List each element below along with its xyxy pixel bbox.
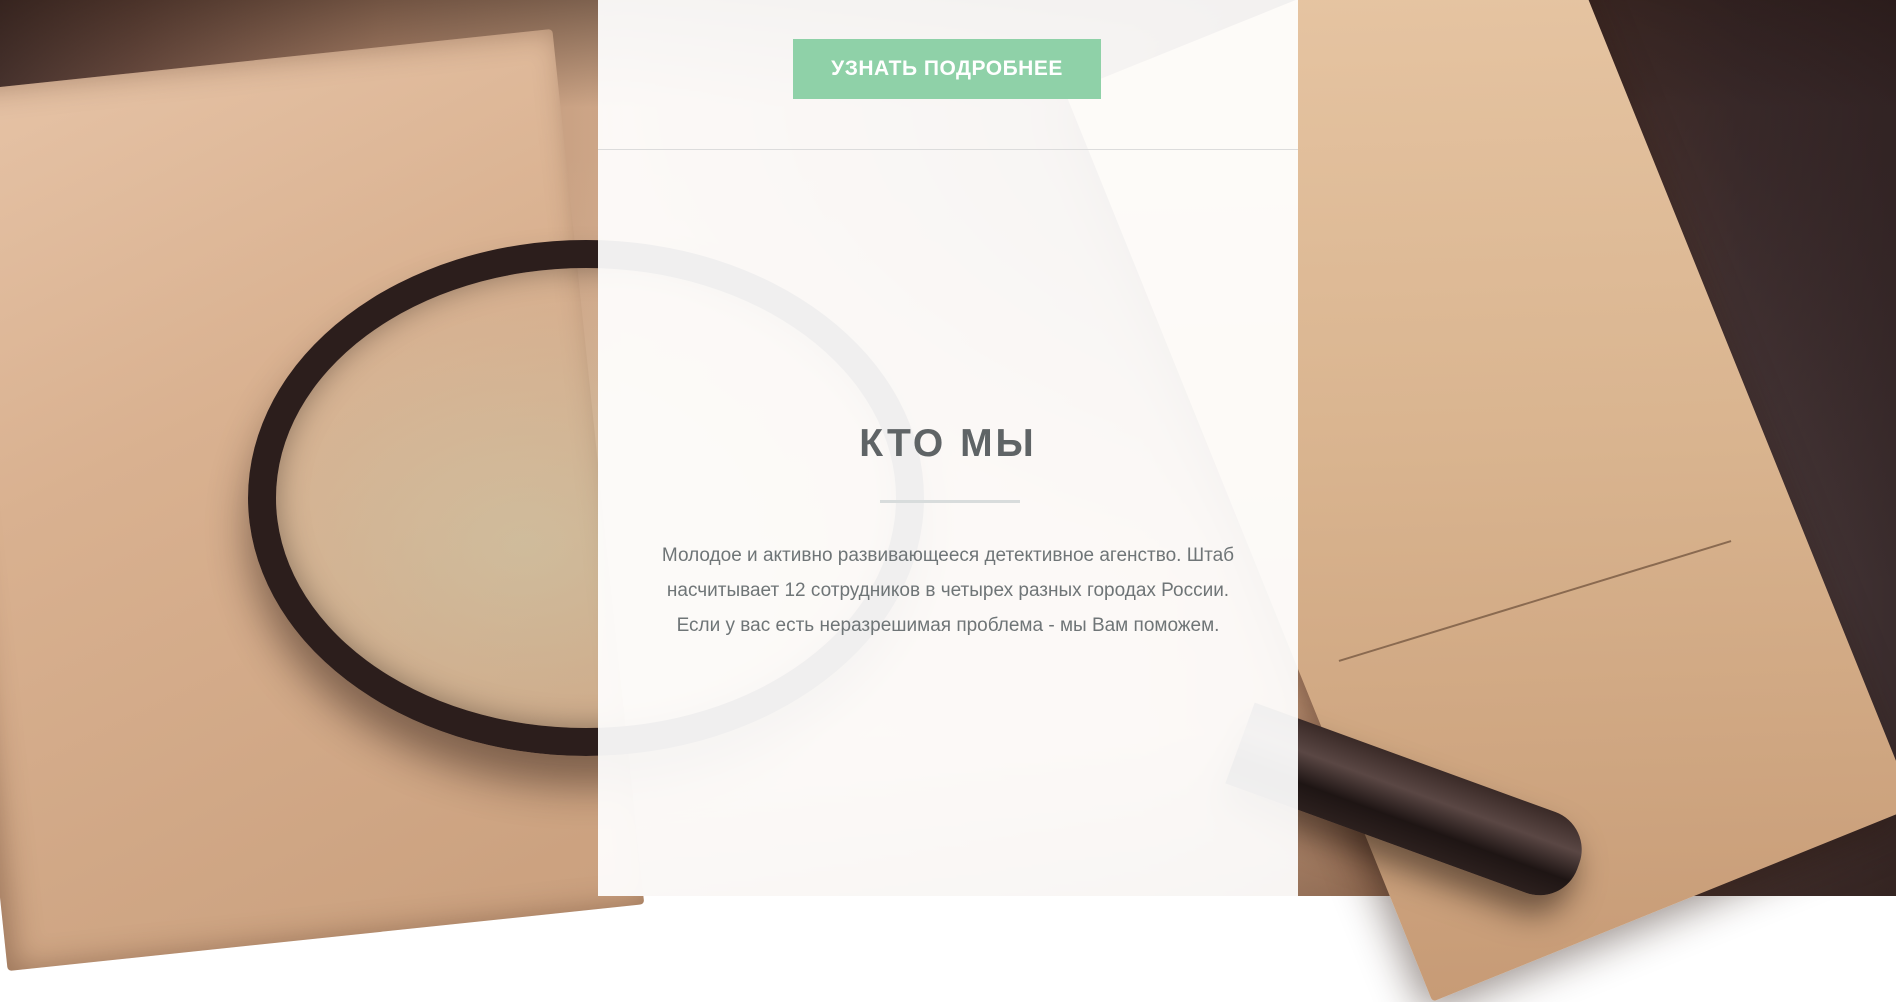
section-title: КТО МЫ bbox=[859, 422, 1037, 465]
learn-more-button[interactable]: УЗНАТЬ ПОДРОБНЕЕ bbox=[793, 39, 1101, 99]
section-divider bbox=[598, 149, 1298, 150]
title-underline bbox=[880, 500, 1020, 503]
about-description: Молодое и активно развивающееся детектив… bbox=[661, 545, 1235, 636]
content-panel: УЗНАТЬ ПОДРОБНЕЕ КТО МЫ Молодое и активн… bbox=[598, 0, 1298, 896]
